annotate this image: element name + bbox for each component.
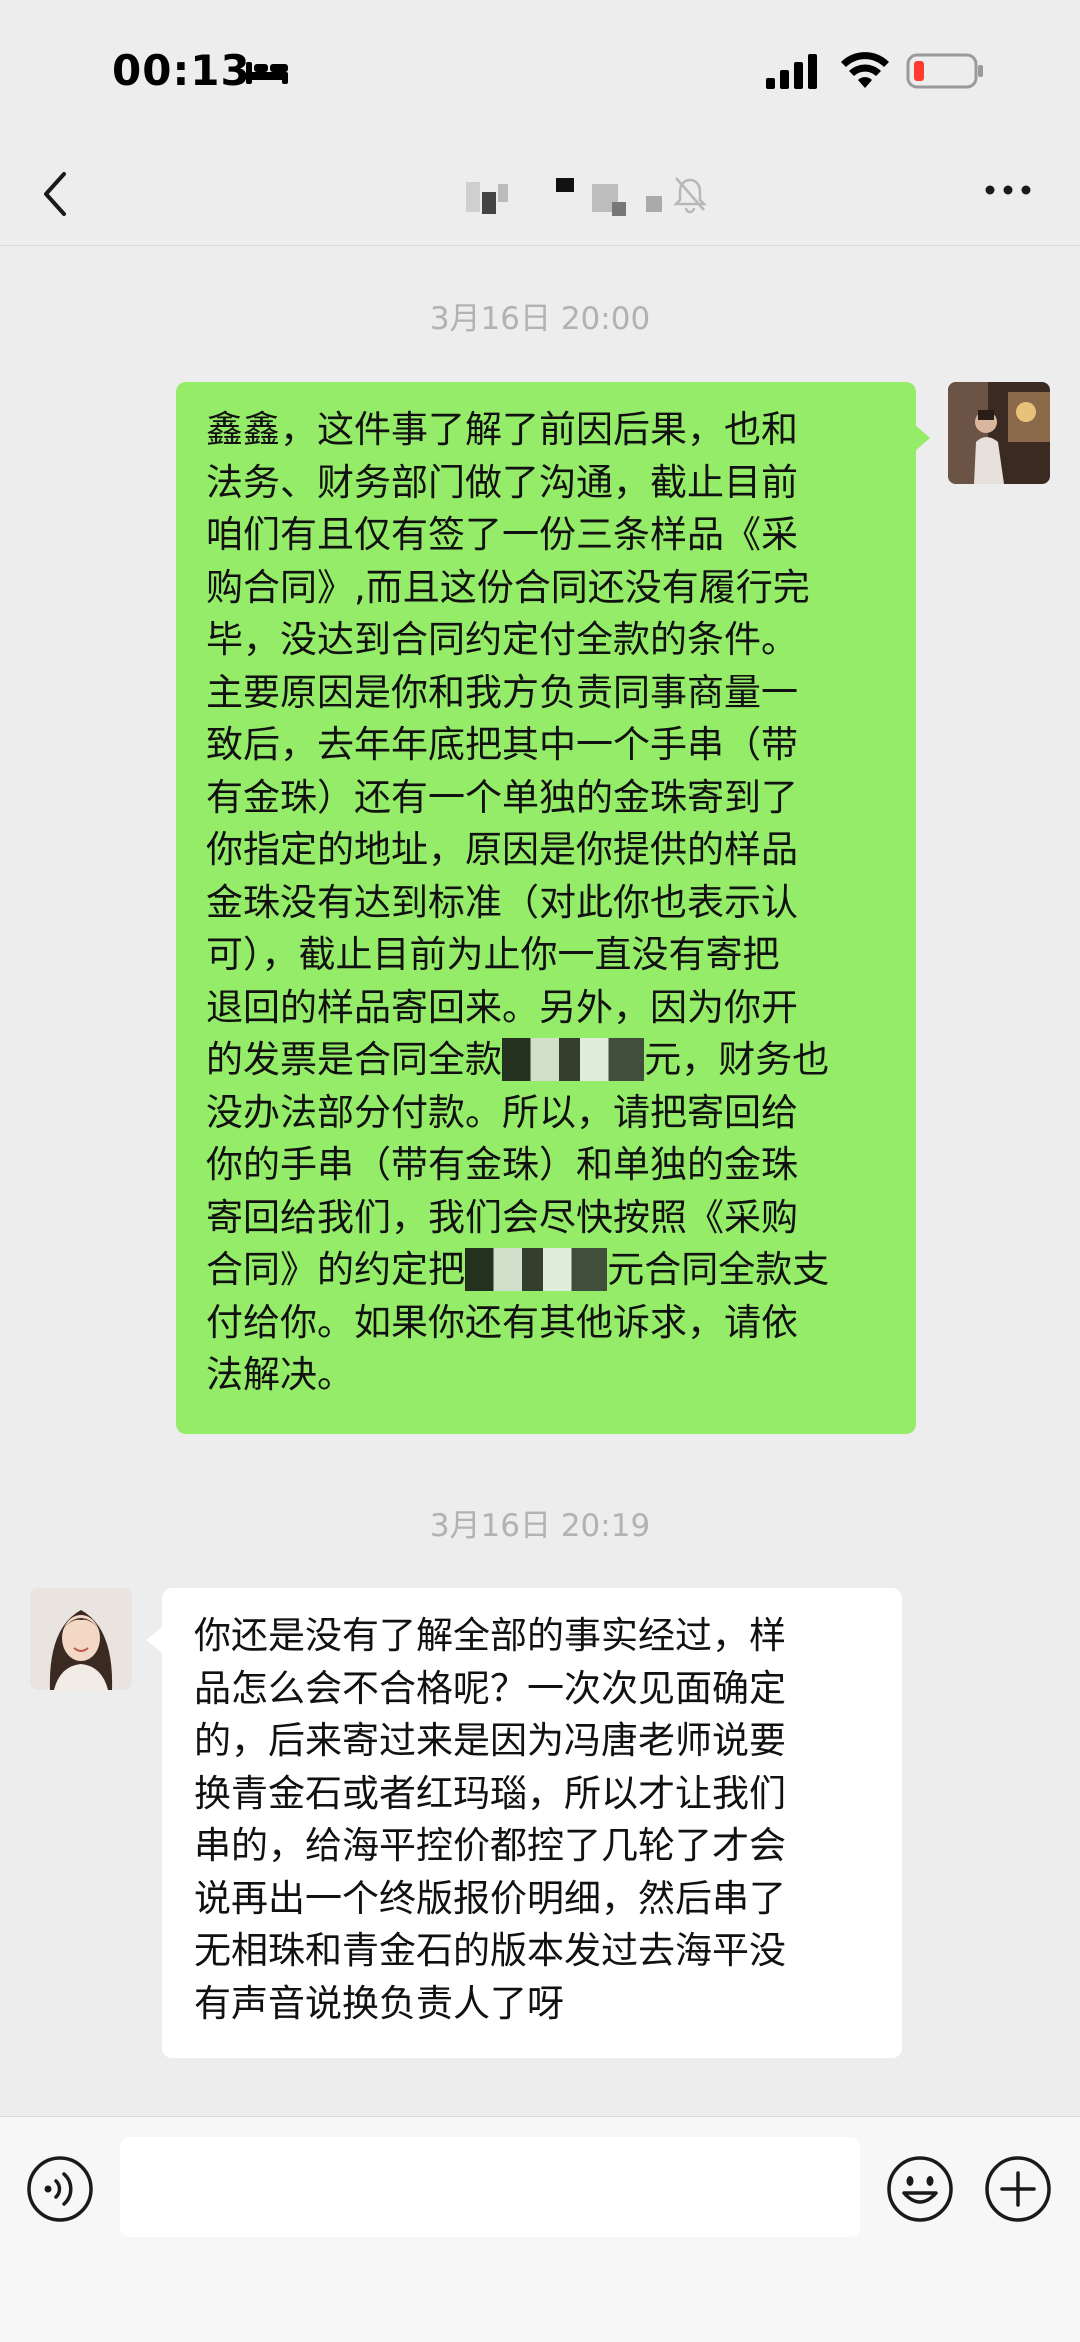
outgoing-message-bubble[interactable]: 鑫鑫，这件事了解了前因后果，也和 法务、财务部门做了沟通，截止目前 咱们有且仅有… [176,382,916,1434]
ellipsis-icon[interactable] [982,168,1034,212]
message-line: 换青金石或者红玛瑙，所以才让我们 [194,1771,786,1815]
status-bar: 00:13 [0,0,1080,140]
message-line: 金珠没有达到标准（对此你也表示认 [206,880,798,924]
message-line: 法解决。 [206,1353,354,1396]
message-line: 付给你。如果你还有其他诉求，请依 [206,1300,798,1344]
contact-avatar[interactable] [30,1588,132,1690]
emoji-icon[interactable] [886,2155,954,2223]
message-line: 的发票是合同全款█████元，财务也 [206,1034,888,1087]
message-line: 毕，没达到合同约定付全款的条件。 [206,618,798,661]
message-text: 合同》的约定把 [206,1248,465,1291]
my-avatar[interactable] [948,382,1050,484]
battery-low-icon [906,53,983,89]
message-text: 的发票是合同全款 [206,1038,502,1081]
message-line: 购合同》,而且这份合同还没有履行完 [206,565,810,609]
message-line: 品怎么会不合格呢？一次次见面确定 [194,1666,786,1710]
redacted-amount: █████ [465,1248,608,1291]
plus-icon[interactable] [984,2155,1052,2223]
chat-header [0,140,1080,246]
message-line: 的，后来寄过来是因为冯唐老师说要 [194,1719,786,1762]
message-line: 咱们有且仅有签了一份三条样品《采 [206,513,798,556]
message-line: 可），截止目前为止你一直没有寄把 [206,933,780,976]
message-line: 合同》的约定把█████元合同全款支 [206,1244,888,1297]
status-time: 00:13 [112,46,251,95]
message-line: 寄回给我们，我们会尽快按照《采购 [206,1195,798,1239]
message-line: 有金珠）还有一个单独的金珠寄到了 [206,775,798,819]
bell-slash-icon [672,177,708,214]
message-timestamp: 3月16日 20:19 [429,1508,651,1544]
message-line: 你的手串（带有金珠）和单独的金珠 [206,1143,798,1186]
message-line: 你指定的地址，原因是你提供的样品 [206,828,798,871]
message-text: 元合同全款支 [607,1248,830,1291]
message-text: 元，财务也 [644,1038,830,1081]
signal-icon [766,54,817,89]
message-line: 串的，给海平控价都控了几轮了才会 [194,1824,786,1867]
wifi-icon [841,52,889,88]
message-line: 法务、财务部门做了沟通，截止目前 [206,460,798,504]
message-line: 鑫鑫，这件事了解了前因后果，也和 [206,408,798,451]
input-bar [0,2116,1080,2342]
message-input[interactable] [120,2137,860,2237]
message-line: 说再出一个终版报价明细，然后串了 [194,1876,786,1920]
redacted-amount: █████ [502,1038,645,1081]
bubble-tail [146,1626,163,1654]
incoming-message-bubble[interactable]: 你还是没有了解全部的事实经过，样 品怎么会不合格呢？一次次见面确定 的，后来寄过… [162,1588,902,2058]
bubble-tail [914,424,930,452]
message-line: 退回的样品寄回来。另外，因为你开 [206,985,798,1029]
message-line: 有声音说换负责人了呀 [194,1981,564,2025]
message-line: 你还是没有了解全部的事实经过，样 [194,1614,786,1657]
message-line: 无相珠和青金石的版本发过去海平没 [194,1929,786,1972]
sleep-mode-icon [246,62,288,84]
chevron-left-icon[interactable] [36,166,76,222]
voice-input-icon[interactable] [26,2155,94,2223]
message-line: 没办法部分付款。所以，请把寄回给 [206,1090,798,1134]
contact-name-redacted [466,178,662,216]
message-line: 主要原因是你和我方负责同事商量一 [206,670,798,714]
message-line: 致后，去年年底把其中一个手串（带 [206,723,798,766]
message-timestamp: 3月16日 20:00 [429,301,651,337]
